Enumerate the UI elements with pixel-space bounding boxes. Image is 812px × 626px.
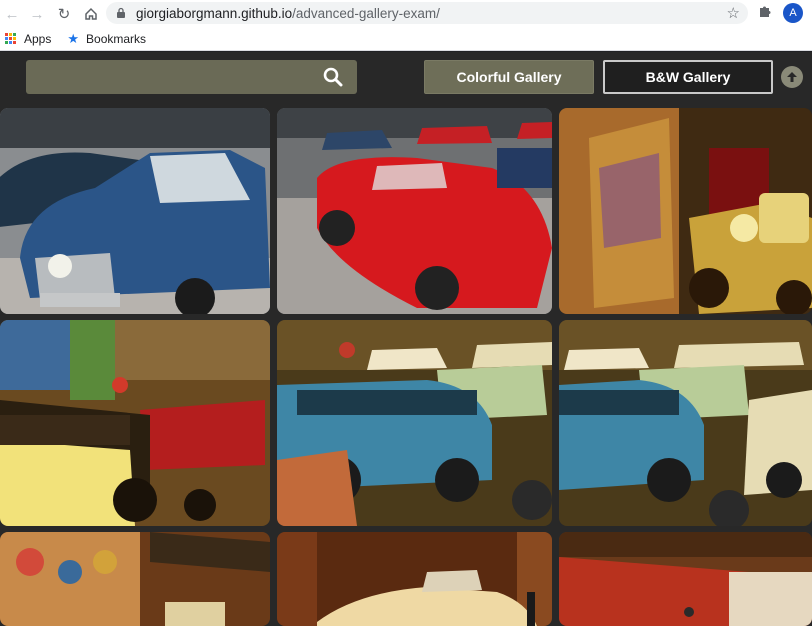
- gallery-photo-mural-wall[interactable]: [0, 532, 270, 626]
- gallery-photo-blue-van-duplicate[interactable]: [559, 320, 812, 526]
- extensions-puzzle-icon[interactable]: [758, 4, 772, 21]
- gallery-photo-red-sports-car[interactable]: [277, 108, 552, 314]
- gallery-header: Colorful Gallery B&W Gallery: [0, 52, 812, 102]
- browser-toolbar: ← → ↻ giorgiaborgmann.github.io/advanced…: [0, 0, 812, 27]
- url-host: giorgiaborgmann.github.io: [136, 5, 293, 21]
- search-icon[interactable]: [323, 67, 343, 87]
- bookmark-apps-label: Apps: [24, 31, 52, 46]
- gallery-photo-vintage-bus-red-truck[interactable]: [0, 320, 270, 526]
- home-icon[interactable]: [80, 3, 102, 25]
- bookmark-bookmarks-label: Bookmarks: [86, 31, 147, 46]
- forward-arrow-icon[interactable]: →: [26, 3, 48, 25]
- back-arrow-icon[interactable]: ←: [1, 3, 23, 25]
- gallery-page: Colorful Gallery B&W Gallery: [0, 52, 812, 626]
- bookmarks-bar: Apps ★ Bookmarks: [0, 27, 812, 51]
- search-input[interactable]: [26, 60, 357, 94]
- gallery-photo-blue-renault[interactable]: [0, 108, 270, 314]
- reload-icon[interactable]: ↻: [53, 3, 75, 25]
- colorful-gallery-button[interactable]: Colorful Gallery: [424, 60, 594, 94]
- gallery-photo-blue-van[interactable]: [277, 320, 552, 526]
- apps-grid-icon: [5, 33, 16, 44]
- gallery-photo-cream-sports-car[interactable]: [277, 532, 552, 626]
- bookmark-folder-star-icon: ★: [67, 30, 80, 46]
- bw-gallery-button[interactable]: B&W Gallery: [603, 60, 773, 94]
- profile-avatar[interactable]: A: [783, 3, 803, 23]
- bookmark-bookmarks[interactable]: ★ Bookmarks: [67, 31, 146, 47]
- lock-icon: [116, 6, 128, 20]
- gallery-photo-garage-interior[interactable]: [559, 532, 812, 626]
- bookmark-apps[interactable]: Apps: [5, 32, 51, 46]
- scroll-to-top-button[interactable]: [781, 66, 803, 88]
- bookmark-star-icon[interactable]: ☆: [727, 4, 740, 22]
- arrow-up-icon: [787, 72, 797, 82]
- address-bar[interactable]: giorgiaborgmann.github.io/advanced-galle…: [106, 2, 748, 24]
- url-path: /advanced-gallery-exam/: [292, 5, 440, 21]
- gallery-photo-yellow-vintage-car[interactable]: [559, 108, 812, 314]
